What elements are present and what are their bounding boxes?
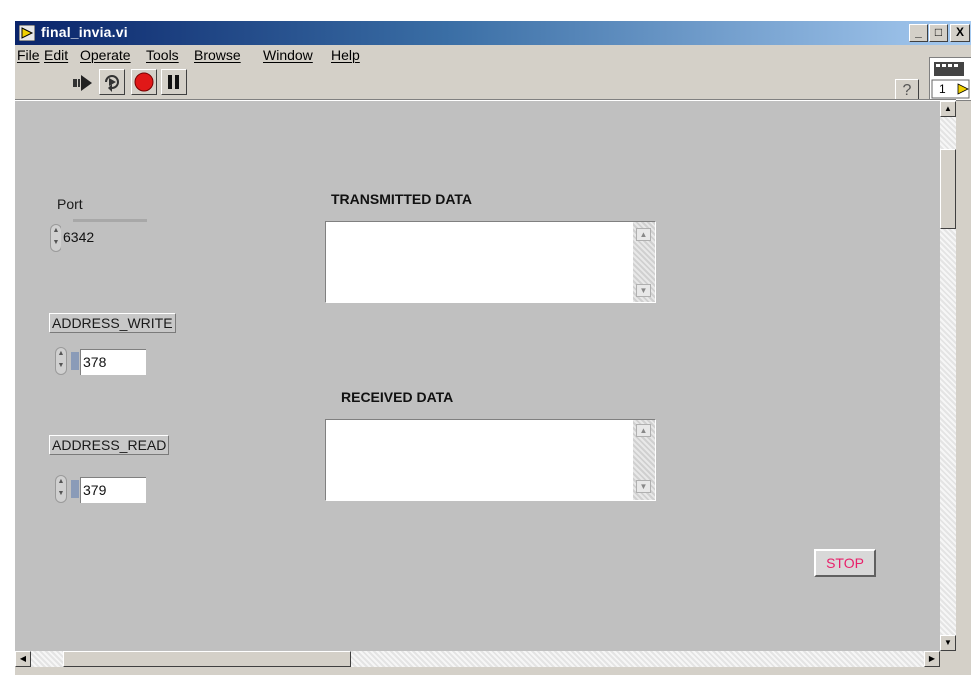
maximize-button[interactable]: □ <box>929 24 948 42</box>
address-read-field[interactable]: 379 <box>80 477 146 503</box>
received-scrollbar[interactable]: ▲ ▼ <box>633 420 655 500</box>
menu-browse[interactable]: Browse <box>194 47 241 63</box>
address-read-radix[interactable] <box>71 480 79 498</box>
menu-edit[interactable]: Edit <box>44 47 68 63</box>
port-label-underline <box>73 219 147 222</box>
received-scroll-up[interactable]: ▲ <box>636 424 651 437</box>
front-panel: Port ▲ ▼ 6342 TRANSMITTED DATA ▲ ▼ ADDRES… <box>15 101 940 651</box>
menu-operate[interactable]: Operate <box>80 47 131 63</box>
toolbar <box>15 67 971 97</box>
close-button[interactable]: X <box>950 24 970 42</box>
vi-run-icon <box>19 25 35 41</box>
scroll-up-arrow-icon[interactable]: ▲ <box>940 101 956 117</box>
address-read-increment-decrement[interactable]: ▲ ▼ <box>55 475 67 503</box>
scroll-left-arrow-icon[interactable]: ◀ <box>15 651 31 667</box>
menu-tools[interactable]: Tools <box>146 47 179 63</box>
vi-icon-number: 1 <box>939 82 946 96</box>
transmitted-scroll-down[interactable]: ▼ <box>636 284 651 297</box>
horizontal-scroll-thumb[interactable] <box>63 651 351 667</box>
transmitted-scroll-up[interactable]: ▲ <box>636 228 651 241</box>
address-write-increment-decrement[interactable]: ▲ ▼ <box>55 347 67 375</box>
menu-bar: File Edit Operate Tools Browse Window He… <box>15 45 971 65</box>
window-title: final_invia.vi <box>41 24 128 40</box>
menu-window[interactable]: Window <box>263 47 313 63</box>
menu-file[interactable]: File <box>17 47 40 63</box>
received-data-label: RECEIVED DATA <box>341 389 454 405</box>
received-data-field[interactable]: ▲ ▼ <box>325 419 656 501</box>
minimize-button[interactable]: _ <box>909 24 928 42</box>
transmitted-data-label: TRANSMITTED DATA <box>331 191 473 207</box>
vertical-scroll-thumb[interactable] <box>940 149 956 229</box>
vi-connector-icon[interactable]: 1 <box>929 57 971 101</box>
address-write-radix[interactable] <box>71 352 79 370</box>
scroll-right-arrow-icon[interactable]: ▶ <box>924 651 940 667</box>
address-write-field[interactable]: 378 <box>80 349 146 375</box>
pause-icon[interactable] <box>161 69 187 95</box>
address-read-label: ADDRESS_READ <box>49 435 170 455</box>
resize-grip[interactable] <box>940 651 956 667</box>
labview-window: final_invia.vi _ □ X File Edit Operate T… <box>14 20 971 675</box>
menu-help[interactable]: Help <box>331 47 360 63</box>
port-field[interactable]: 6342 <box>61 225 147 251</box>
abort-icon[interactable] <box>131 69 157 95</box>
run-continuously-icon[interactable] <box>99 69 125 95</box>
transmitted-data-field[interactable]: ▲ ▼ <box>325 221 656 303</box>
address-write-label: ADDRESS_WRITE <box>49 313 176 333</box>
run-arrow-icon[interactable] <box>71 71 95 95</box>
port-label: Port <box>57 196 83 212</box>
vertical-scrollbar[interactable]: ▲ ▼ <box>940 101 956 651</box>
stop-button[interactable]: STOP <box>814 549 876 577</box>
title-bar[interactable]: final_invia.vi _ □ X <box>15 21 971 45</box>
scroll-down-arrow-icon[interactable]: ▼ <box>940 635 956 651</box>
transmitted-scrollbar[interactable]: ▲ ▼ <box>633 222 655 302</box>
horizontal-scrollbar[interactable]: ◀ ▶ <box>15 651 940 667</box>
received-scroll-down[interactable]: ▼ <box>636 480 651 493</box>
